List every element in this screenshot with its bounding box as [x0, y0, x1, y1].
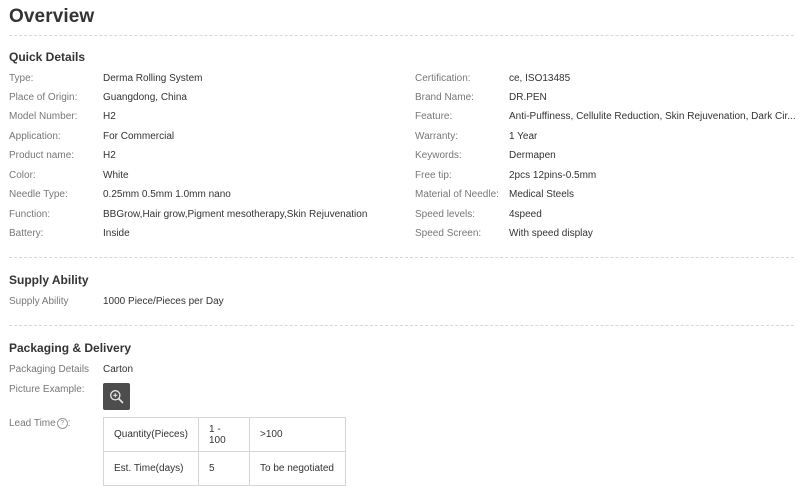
detail-value: H2	[103, 111, 116, 122]
supply-ability-label: Supply Ability	[9, 296, 69, 307]
table-row: Quantity(Pieces) 1 - 100 >100	[103, 417, 346, 452]
detail-label: Needle Type:	[9, 189, 68, 200]
detail-value: With speed display	[509, 228, 593, 239]
detail-label: Warranty:	[415, 131, 458, 142]
detail-label: Model Number:	[9, 111, 78, 122]
detail-value: 4speed	[509, 209, 542, 220]
detail-value: H2	[103, 150, 116, 161]
table-cell: 5	[198, 451, 250, 486]
detail-label: Function:	[9, 209, 51, 220]
detail-value: 0.25mm 0.5mm 1.0mm nano	[103, 189, 231, 200]
help-icon[interactable]: ?	[56, 418, 68, 429]
detail-label: Battery:	[9, 228, 44, 239]
detail-value: ce, ISO13485	[509, 73, 571, 84]
supply-ability-value: 1000 Piece/Pieces per Day	[103, 296, 224, 307]
detail-value: Medical Steels	[509, 189, 575, 200]
detail-value: White	[103, 170, 129, 181]
packaging-details-label: Packaging Details	[9, 364, 90, 375]
detail-label: Color:	[9, 170, 36, 181]
detail-value: 1 Year	[509, 131, 538, 142]
detail-label: Feature:	[415, 111, 453, 122]
detail-label: Place of Origin:	[9, 92, 78, 103]
lead-time-colon: :	[67, 418, 71, 430]
detail-label: Free tip:	[415, 170, 452, 181]
detail-value: Inside	[103, 228, 130, 239]
table-cell: Est. Time(days)	[103, 451, 199, 486]
table-cell: 1 - 100	[198, 417, 250, 452]
detail-value: 2pcs 12pins-0.5mm	[509, 170, 597, 181]
detail-label: Application:	[9, 131, 61, 142]
detail-value: DR.PEN	[509, 92, 547, 103]
detail-label: Speed levels:	[415, 209, 476, 220]
quick-details-divider	[9, 257, 794, 258]
packaging-details-value: Carton	[103, 364, 134, 375]
zoom-in-icon	[110, 390, 124, 404]
table-row: Est. Time(days) 5 To be negotiated	[103, 451, 346, 486]
lead-time-label: Lead Time	[9, 418, 56, 430]
quick-details-heading: Quick Details	[9, 50, 86, 64]
lead-time-label-wrap: Lead Time?:	[9, 418, 70, 429]
detail-value: BBGrow,Hair grow,Pigment mesotherapy,Ski…	[103, 209, 368, 220]
detail-label: Keywords:	[415, 150, 462, 161]
detail-value: Anti-Puffiness, Cellulite Reduction, Ski…	[509, 111, 796, 122]
detail-label: Speed Screen:	[415, 228, 482, 239]
table-cell: Quantity(Pieces)	[103, 417, 199, 452]
table-cell: >100	[249, 417, 346, 452]
detail-label: Material of Needle:	[415, 189, 499, 200]
detail-value: Derma Rolling System	[103, 73, 203, 84]
detail-value: Dermapen	[509, 150, 556, 161]
packaging-heading: Packaging & Delivery	[9, 341, 132, 355]
zoom-button[interactable]	[103, 383, 130, 410]
detail-label: Brand Name:	[415, 92, 474, 103]
page-title: Overview	[9, 6, 95, 27]
supply-ability-heading: Supply Ability	[9, 273, 89, 287]
detail-value: For Commercial	[103, 131, 175, 142]
detail-label: Certification:	[415, 73, 471, 84]
table-cell: To be negotiated	[249, 451, 346, 486]
picture-example-label: Picture Example:	[9, 384, 85, 395]
detail-value: Guangdong, China	[103, 92, 187, 103]
lead-time-table: Quantity(Pieces) 1 - 100 >100 Est. Time(…	[103, 417, 346, 486]
title-divider	[9, 35, 794, 36]
detail-label: Type:	[9, 73, 34, 84]
supply-divider	[9, 325, 794, 326]
detail-label: Product name:	[9, 150, 75, 161]
